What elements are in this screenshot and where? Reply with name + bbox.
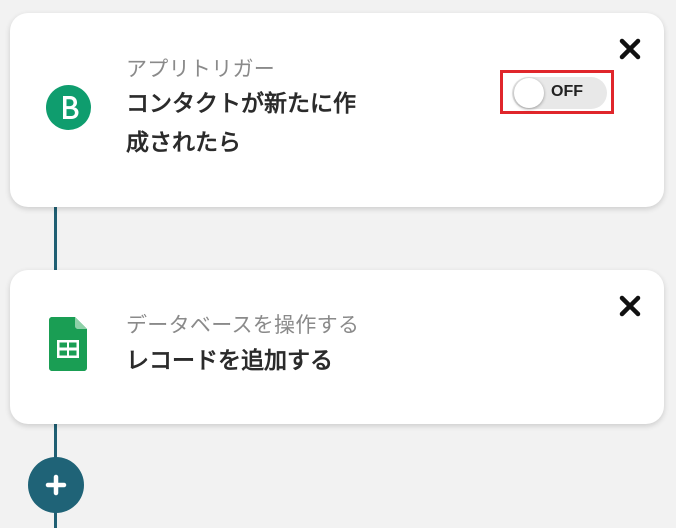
google-sheets-icon	[49, 317, 87, 371]
step-subtitle: アプリトリガー	[126, 57, 276, 81]
toggle-knob	[514, 78, 544, 108]
action-step-card[interactable]: データベースを操作する レコードを追加する	[10, 270, 664, 424]
close-icon[interactable]	[618, 294, 642, 318]
step-title: レコードを追加する	[126, 348, 333, 374]
plus-icon	[45, 474, 67, 496]
trigger-toggle-switch[interactable]: OFF	[512, 77, 607, 109]
step-subtitle: データベースを操作する	[126, 313, 360, 337]
step-title-line: 成されたら	[126, 130, 241, 156]
add-step-button[interactable]	[28, 457, 84, 513]
brevo-b-icon	[46, 85, 91, 130]
close-icon[interactable]	[618, 37, 642, 61]
toggle-state-label: OFF	[551, 83, 583, 100]
trigger-step-card[interactable]: アプリトリガー コンタクトが新たに作 成されたら OFF	[10, 13, 664, 207]
step-title-line: コンタクトが新たに作	[126, 91, 356, 117]
flow-connector-line	[54, 200, 57, 275]
step-title: コンタクトが新たに作 成されたら	[126, 85, 356, 163]
